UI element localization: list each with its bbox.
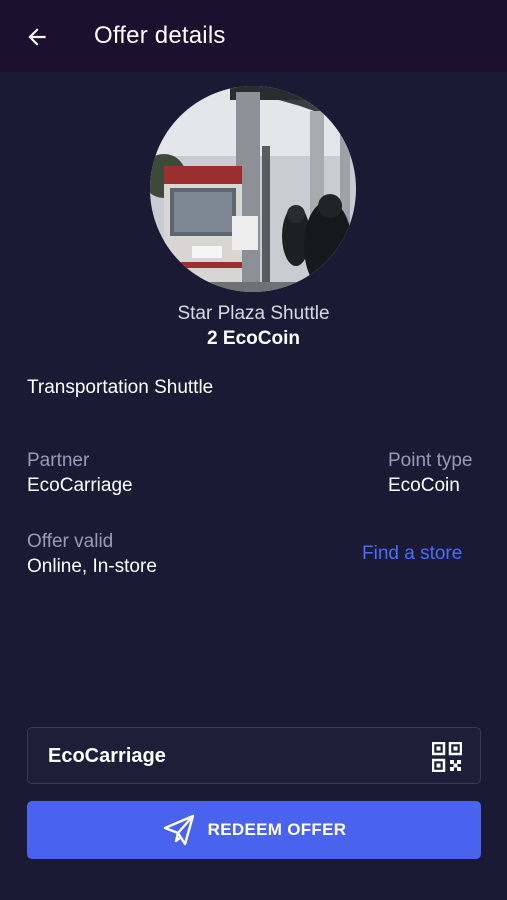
qr-code-button[interactable] [431, 741, 463, 773]
redeem-offer-button[interactable]: REDEEM OFFER [27, 801, 481, 859]
point-type-label: Point type [388, 450, 473, 471]
find-store-link[interactable]: Find a store [362, 543, 462, 565]
back-button[interactable] [20, 20, 54, 54]
offer-category: Transportation Shuttle [27, 377, 214, 398]
partner-value: EcoCarriage [27, 475, 133, 496]
partner-card[interactable]: EcoCarriage [27, 727, 481, 784]
qr-code-icon [431, 741, 463, 773]
top-app-bar: Offer details [0, 0, 507, 72]
offer-name: Star Plaza Shuttle [177, 303, 330, 324]
redeem-offer-label: REDEEM OFFER [207, 820, 347, 839]
offer-price: 2 EcoCoin [207, 328, 300, 349]
paper-plane-icon [163, 814, 194, 846]
offer-image [150, 86, 356, 292]
partner-label: Partner [27, 450, 90, 471]
point-type-value: EcoCoin [388, 475, 460, 496]
offer-valid-label: Offer valid [27, 531, 114, 552]
page-title: Offer details [94, 22, 226, 49]
partner-card-label: EcoCarriage [48, 745, 166, 767]
offer-valid-value: Online, In-store [27, 556, 157, 577]
arrow-left-icon [28, 28, 46, 46]
